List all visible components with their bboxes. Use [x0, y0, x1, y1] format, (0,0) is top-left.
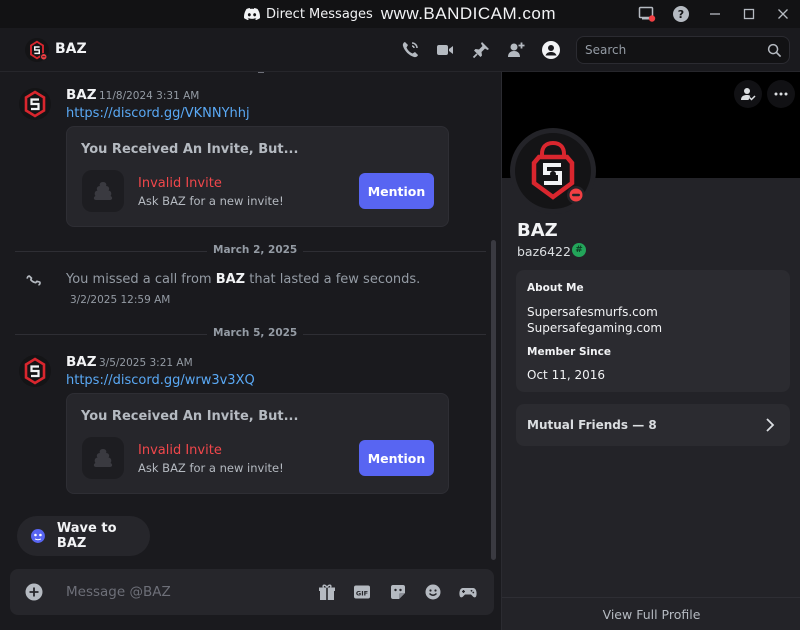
window-titlebar: Direct Messages www.BANDICAM.com ?	[0, 0, 800, 28]
invalid-invite-subtext: Ask BAZ for a new invite!	[138, 194, 284, 208]
person-add-icon	[741, 88, 756, 101]
invite-title: You Received An Invite, But...	[81, 142, 299, 157]
invalid-invite-icon	[82, 170, 124, 212]
maximize-icon[interactable]	[732, 0, 766, 28]
video-call-icon[interactable]	[435, 40, 455, 60]
mention-button[interactable]: Mention	[359, 440, 434, 476]
minimize-icon[interactable]	[698, 0, 732, 28]
about-me-card: About Me Supersafesmurfs.com Supersafega…	[516, 270, 790, 392]
member-since-date: Oct 11, 2016	[527, 368, 605, 382]
scroll-indicator	[258, 72, 264, 73]
add-friends-to-dm-icon[interactable]	[506, 40, 526, 60]
upload-plus-icon[interactable]	[25, 583, 43, 601]
window-controls: ?	[630, 0, 800, 28]
emoji-icon[interactable]	[423, 582, 443, 602]
help-icon[interactable]: ?	[664, 0, 698, 28]
about-me-line: Supersafegaming.com	[527, 321, 663, 335]
invalid-invite-subtext: Ask BAZ for a new invite!	[138, 461, 284, 475]
message-avatar[interactable]	[19, 88, 51, 120]
gift-icon[interactable]	[317, 582, 337, 602]
svg-text:?: ?	[678, 8, 684, 21]
invite-embed: You Received An Invite, But... Invalid I…	[66, 126, 449, 227]
dnd-status-icon	[567, 186, 585, 204]
invalid-invite-label: Invalid Invite	[138, 443, 222, 458]
message-avatar[interactable]	[19, 355, 51, 387]
chevron-right-icon	[766, 418, 775, 432]
more-options-button[interactable]	[767, 80, 795, 108]
chat-messages: BAZ 11/8/2024 3:31 AM https://discord.gg…	[0, 72, 501, 630]
invite-link[interactable]: https://discord.gg/VKNNYhhj	[66, 106, 250, 121]
bandicam-watermark: www.BANDICAM.com	[380, 4, 556, 23]
voice-call-icon[interactable]	[400, 40, 420, 60]
search-input[interactable]: Search	[576, 36, 790, 64]
hashtag-badge-icon[interactable]: #	[572, 243, 586, 257]
close-icon[interactable]	[766, 0, 800, 28]
dm-header: BAZ Search	[0, 28, 800, 72]
search-placeholder: Search	[585, 43, 627, 57]
wave-button[interactable]: Wave to BAZ	[17, 516, 150, 556]
message-timestamp: 3/5/2025 3:21 AM	[99, 357, 193, 369]
wumpus-icon	[30, 529, 45, 543]
profile-display-name: BAZ	[517, 220, 558, 241]
mutual-friends-label: Mutual Friends — 8	[527, 418, 657, 432]
missed-call-text: You missed a call from BAZ that lasted a…	[66, 272, 421, 287]
invite-title: You Received An Invite, But...	[81, 409, 299, 424]
pinned-messages-icon[interactable]	[471, 40, 491, 60]
more-dots-icon	[774, 92, 788, 96]
header-username: BAZ	[55, 41, 87, 57]
date-divider-label: March 5, 2025	[207, 327, 304, 339]
user-profile-panel: BAZ baz6422 # About Me Supersafesmurfs.c…	[501, 72, 800, 630]
chat-scrollbar[interactable]	[491, 240, 496, 560]
sticker-icon[interactable]	[388, 582, 408, 602]
missed-call-time: 3/2/2025 12:59 AM	[70, 294, 171, 306]
wave-label: Wave to BAZ	[56, 521, 117, 551]
window-title-text: Direct Messages	[266, 6, 373, 22]
invite-embed: You Received An Invite, But... Invalid I…	[66, 393, 449, 494]
inbox-icon[interactable]	[630, 0, 664, 28]
add-friend-button[interactable]	[734, 80, 762, 108]
member-since-heading: Member Since	[527, 346, 611, 358]
activity-gamepad-icon[interactable]	[458, 582, 478, 602]
about-me-heading: About Me	[527, 282, 584, 294]
invite-link[interactable]: https://discord.gg/wrw3v3XQ	[66, 373, 255, 388]
user-avatar[interactable]	[25, 38, 49, 62]
svg-text:GIF: GIF	[356, 589, 368, 597]
message-composer[interactable]: Message @BAZ GIF	[10, 569, 494, 615]
message-input[interactable]: Message @BAZ	[66, 584, 171, 600]
date-divider-label: March 2, 2025	[207, 244, 304, 256]
view-full-profile-button[interactable]: View Full Profile	[502, 597, 800, 630]
missed-call-icon	[26, 275, 41, 286]
mention-button[interactable]: Mention	[359, 173, 434, 209]
window-title: Direct Messages www.BANDICAM.com	[244, 4, 556, 24]
discord-icon	[244, 8, 260, 20]
user-profile-toggle-icon[interactable]	[541, 40, 561, 60]
about-me-line: Supersafesmurfs.com	[527, 305, 658, 319]
profile-username[interactable]: baz6422	[517, 244, 571, 259]
message-author[interactable]: BAZ	[66, 87, 97, 103]
message-author[interactable]: BAZ	[66, 354, 97, 370]
invalid-invite-icon	[82, 437, 124, 479]
search-icon	[767, 43, 782, 58]
message-timestamp: 11/8/2024 3:31 AM	[99, 90, 200, 102]
invalid-invite-label: Invalid Invite	[138, 176, 222, 191]
mutual-friends-row[interactable]: Mutual Friends — 8	[516, 404, 790, 446]
gif-icon[interactable]: GIF	[352, 582, 372, 602]
caller-name[interactable]: BAZ	[216, 272, 245, 287]
